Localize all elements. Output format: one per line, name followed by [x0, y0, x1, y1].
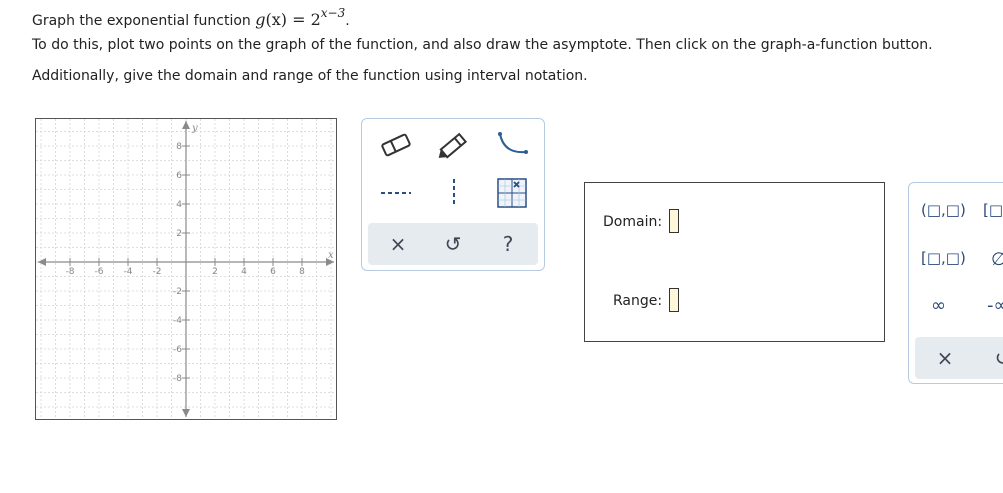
- y-axis-label: y: [191, 123, 198, 134]
- y-tick-label: 2: [176, 229, 182, 239]
- x-tick-label: -2: [153, 267, 162, 277]
- palette-actions: × ↺: [915, 337, 1003, 379]
- clear-button[interactable]: ×: [370, 223, 426, 265]
- y-tick-label: 6: [176, 171, 182, 181]
- y-tick-label: -4: [173, 316, 182, 326]
- x-axis-label: x: [328, 250, 334, 261]
- x-tick-label: 2: [212, 267, 218, 277]
- function-variable: (x): [265, 10, 287, 29]
- closed-open-interval-button[interactable]: [□,□): [921, 249, 966, 267]
- coordinate-grid[interactable]: -8 -6 -4 -2 2 4 6 8 8 6 4 2 -2 -4 -6 -8 x y: [36, 119, 336, 419]
- x-tick-label: 4: [241, 267, 247, 277]
- vertical-dashed-line-icon[interactable]: [434, 175, 474, 211]
- y-tick-label: -6: [173, 345, 182, 355]
- function-name: g: [255, 10, 266, 29]
- domain-input[interactable]: [669, 209, 679, 233]
- x-axis-arrow-left: [38, 258, 46, 266]
- dashed-line-icon[interactable]: [376, 175, 416, 211]
- palette-undo-button[interactable]: ↺: [975, 337, 1003, 379]
- graph-canvas[interactable]: -8 -6 -4 -2 2 4 6 8 8 6 4 2 -2 -4 -6 -8 x y: [35, 118, 337, 420]
- closed-closed-interval-button[interactable]: [□,: [983, 201, 1003, 219]
- open-open-interval-button[interactable]: (□,□): [921, 201, 966, 219]
- x-tick-label: -6: [95, 267, 104, 277]
- function-base: = 2: [287, 10, 321, 29]
- pencil-icon[interactable]: [434, 127, 474, 163]
- question-suffix: .: [345, 13, 350, 29]
- undo-button[interactable]: ↺: [425, 223, 481, 265]
- y-tick-label: -2: [173, 287, 182, 297]
- toolbox-actions: × ↺ ?: [368, 223, 538, 265]
- palette-clear-button[interactable]: ×: [917, 337, 973, 379]
- x-tick-label: 8: [299, 267, 305, 277]
- question-line-3: Additionally, give the domain and range …: [32, 68, 588, 84]
- function-expression: g(x) = 2x−3: [255, 6, 345, 29]
- graph-function-icon[interactable]: [492, 175, 532, 211]
- x-tick-label: -8: [66, 267, 75, 277]
- y-axis-arrow-up: [182, 121, 190, 129]
- graph-toolbox: × ↺ ?: [361, 118, 545, 271]
- x-tick-label: -4: [124, 267, 133, 277]
- interval-palette: (□,□) [□, [□,□) ∅ ∞ -∞ × ↺: [908, 182, 1003, 384]
- question-prefix: Graph the exponential function: [32, 13, 256, 29]
- y-tick-label: 4: [176, 200, 182, 210]
- range-label: Range:: [613, 293, 663, 309]
- range-input[interactable]: [669, 288, 679, 312]
- question-line-1: Graph the exponential function g(x) = 2x…: [32, 6, 350, 29]
- infinity-button[interactable]: ∞: [931, 295, 946, 316]
- empty-set-button[interactable]: ∅: [991, 249, 1003, 270]
- y-tick-label: -8: [173, 374, 182, 384]
- function-exponent: x−3: [320, 6, 346, 20]
- help-button[interactable]: ?: [480, 223, 536, 265]
- negative-infinity-button[interactable]: -∞: [987, 295, 1003, 316]
- curve-icon[interactable]: [492, 127, 532, 163]
- question-line-2: To do this, plot two points on the graph…: [32, 37, 933, 53]
- y-axis-arrow-down: [182, 409, 190, 417]
- eraser-icon[interactable]: [376, 127, 416, 163]
- x-tick-label: 6: [270, 267, 276, 277]
- domain-label: Domain:: [603, 214, 663, 230]
- answer-box: Domain: Range:: [584, 182, 885, 342]
- y-tick-label: 8: [176, 142, 182, 152]
